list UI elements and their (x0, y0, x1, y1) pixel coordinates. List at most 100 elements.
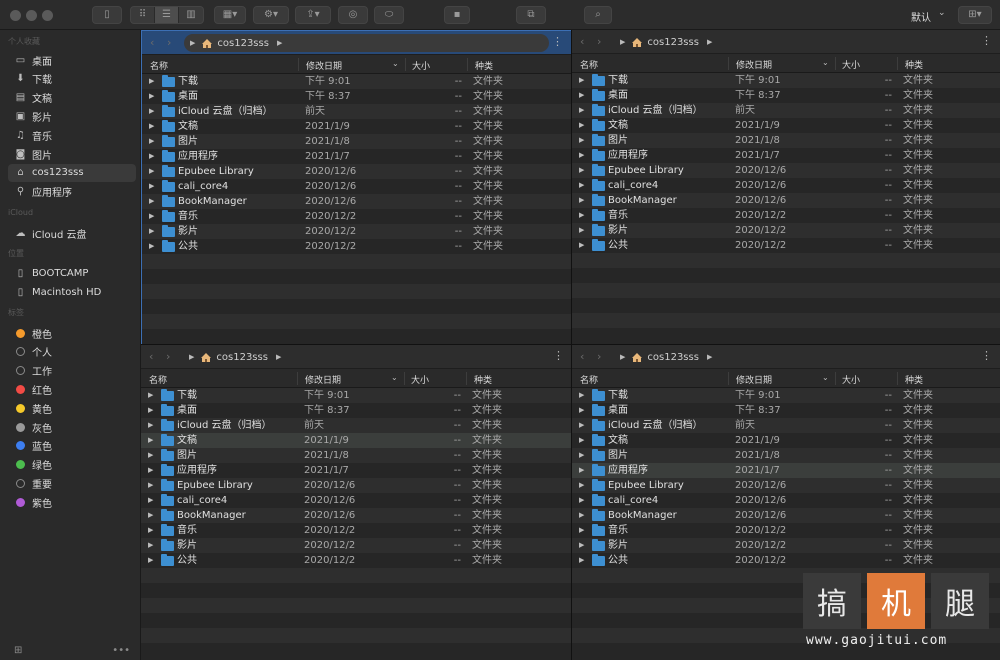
disclosure-triangle-icon[interactable]: ▶ (579, 508, 584, 523)
file-row[interactable]: ▶ 下载 下午 9:01 -- 文件夹 (141, 388, 572, 403)
disclosure-triangle-icon[interactable]: ▶ (579, 103, 584, 118)
disclosure-triangle-icon[interactable]: ▶ (579, 538, 584, 553)
disclosure-triangle-icon[interactable]: ▶ (149, 164, 154, 179)
column-name-header[interactable]: 名称 (149, 373, 167, 386)
column-separator[interactable] (405, 58, 406, 71)
disclosure-triangle-icon[interactable]: ▶ (149, 149, 154, 164)
sort-chevron-icon[interactable]: ⌄ (391, 373, 398, 382)
disclosure-triangle-icon[interactable]: ▶ (148, 433, 153, 448)
sidebar-item-locations-0[interactable]: ▯ BOOTCAMP (14, 264, 136, 282)
disclosure-triangle-icon[interactable]: ▶ (148, 523, 153, 538)
file-row[interactable]: ▶ Epubee Library 2020/12/6 -- 文件夹 (142, 164, 571, 179)
file-row[interactable]: ▶ 下载 下午 9:01 -- 文件夹 (572, 73, 1000, 88)
file-row[interactable]: ▶ 图片 2021/1/8 -- 文件夹 (572, 448, 1000, 463)
column-separator[interactable] (297, 372, 298, 385)
disclosure-triangle-icon[interactable]: ▶ (149, 89, 154, 104)
disclosure-triangle-icon[interactable]: ▶ (579, 433, 584, 448)
grid-icon[interactable]: ⊞ (14, 645, 22, 656)
file-row[interactable]: ▶ 文稿 2021/1/9 -- 文件夹 (141, 433, 572, 448)
sort-chevron-icon[interactable]: ⌄ (392, 59, 399, 68)
sort-chevron-icon[interactable]: ⌄ (822, 373, 829, 382)
column-size-header[interactable]: 大小 (842, 58, 860, 71)
file-row[interactable]: ▶ cali_core4 2020/12/6 -- 文件夹 (141, 493, 572, 508)
file-row[interactable]: ▶ Epubee Library 2020/12/6 -- 文件夹 (572, 163, 1000, 178)
file-row[interactable]: ▶ 图片 2021/1/8 -- 文件夹 (141, 448, 572, 463)
column-separator[interactable] (897, 372, 898, 385)
file-row[interactable]: ▶ 桌面 下午 8:37 -- 文件夹 (141, 403, 572, 418)
disclosure-triangle-icon[interactable]: ▶ (579, 493, 584, 508)
sidebar-item-favorites-5[interactable]: ◙ 图片 (14, 145, 136, 163)
disclosure-triangle-icon[interactable]: ▶ (149, 239, 154, 254)
sidebar-tag-1[interactable]: 个人 (14, 343, 136, 361)
sidebar-tag-9[interactable]: 紫色 (14, 493, 136, 511)
tag-button[interactable]: ⬭ (374, 6, 404, 24)
sidebar-tag-2[interactable]: 工作 (14, 362, 136, 380)
disclosure-triangle-icon[interactable]: ▶ (148, 388, 153, 403)
disclosure-triangle-icon[interactable]: ▶ (579, 448, 584, 463)
pane-top-left[interactable]: ‹ › ▶ cos123sss ▶ ⋮ 名称 修改日期 大小 种类 ⌄ ▶ 下载 下午 9:01 -- 文件夹… (141, 30, 572, 345)
sidebar-item-favorites-1[interactable]: ⬇ 下载 (14, 70, 136, 88)
disclosure-triangle-icon[interactable]: ▶ (579, 193, 584, 208)
column-view-button[interactable]: ▥ (179, 7, 203, 23)
sidebar-tag-3[interactable]: 红色 (14, 380, 136, 398)
file-row[interactable]: ▶ 影片 2020/12/2 -- 文件夹 (142, 224, 571, 239)
file-row[interactable]: ▶ 桌面 下午 8:37 -- 文件夹 (142, 89, 571, 104)
chevron-down-icon[interactable]: ⌄ (938, 8, 946, 18)
column-separator[interactable] (298, 58, 299, 71)
disclosure-triangle-icon[interactable]: ▶ (579, 148, 584, 163)
file-row[interactable]: ▶ iCloud 云盘（归档） 前天 -- 文件夹 (141, 418, 572, 433)
column-name-header[interactable]: 名称 (580, 373, 598, 386)
toggle-sidebar-button[interactable]: ▯ (92, 6, 122, 24)
disclosure-triangle-icon[interactable]: ▶ (579, 388, 584, 403)
file-row[interactable]: ▶ iCloud 云盘（归档） 前天 -- 文件夹 (572, 103, 1000, 118)
sidebar-tag-4[interactable]: 黄色 (14, 399, 136, 417)
path-folder-name[interactable]: cos123sss (647, 37, 699, 48)
sidebar-item-favorites-3[interactable]: ▣ 影片 (14, 107, 136, 125)
file-row[interactable]: ▶ iCloud 云盘（归档） 前天 -- 文件夹 (142, 104, 571, 119)
column-kind-header[interactable]: 种类 (474, 373, 492, 386)
sync-button[interactable]: ⧉ (516, 6, 546, 24)
disclosure-triangle-icon[interactable]: ▶ (579, 88, 584, 103)
path-folder-name[interactable]: cos123sss (647, 352, 699, 363)
sort-menu-label[interactable]: 默认 (911, 9, 931, 24)
file-row[interactable]: ▶ cali_core4 2020/12/6 -- 文件夹 (572, 493, 1000, 508)
disclosure-triangle-icon[interactable]: ▶ (149, 134, 154, 149)
column-separator[interactable] (897, 57, 898, 70)
disclosure-triangle-icon[interactable]: ▶ (620, 353, 625, 361)
more-options-icon[interactable]: ⋮ (981, 35, 992, 46)
disclosure-triangle-icon[interactable]: ▶ (148, 508, 153, 523)
disclosure-triangle-icon[interactable]: ▶ (579, 418, 584, 433)
sidebar-item-favorites-7[interactable]: ⚲ 应用程序 (14, 183, 136, 201)
disclosure-triangle-icon[interactable]: ▶ (149, 104, 154, 119)
path-breadcrumb[interactable]: ▶ cos123sss ▶ (183, 348, 550, 366)
file-row[interactable]: ▶ cali_core4 2020/12/6 -- 文件夹 (142, 179, 571, 194)
disclosure-triangle-icon[interactable]: ▶ (579, 553, 584, 568)
column-date-header[interactable]: 修改日期 (736, 373, 772, 386)
file-row[interactable]: ▶ BookManager 2020/12/6 -- 文件夹 (572, 508, 1000, 523)
file-row[interactable]: ▶ BookManager 2020/12/6 -- 文件夹 (141, 508, 572, 523)
disclosure-triangle-icon[interactable]: ▶ (149, 209, 154, 224)
file-row[interactable]: ▶ Epubee Library 2020/12/6 -- 文件夹 (141, 478, 572, 493)
back-arrow-icon[interactable]: ‹ (150, 36, 154, 49)
disclosure-triangle-icon[interactable]: ▶ (149, 179, 154, 194)
disclosure-triangle-icon[interactable]: ▶ (276, 353, 281, 361)
column-separator[interactable] (467, 58, 468, 71)
column-separator[interactable] (835, 372, 836, 385)
disclosure-triangle-icon[interactable]: ▶ (148, 403, 153, 418)
sidebar-item-icloud-0[interactable]: ☁ iCloud 云盘 (14, 224, 136, 242)
column-kind-header[interactable]: 种类 (475, 59, 493, 72)
back-arrow-icon[interactable]: ‹ (580, 35, 584, 48)
file-row[interactable]: ▶ 图片 2021/1/8 -- 文件夹 (142, 134, 571, 149)
file-row[interactable]: ▶ 公共 2020/12/2 -- 文件夹 (141, 553, 572, 568)
file-row[interactable]: ▶ 公共 2020/12/2 -- 文件夹 (572, 553, 1000, 568)
disclosure-triangle-icon[interactable]: ▶ (190, 39, 195, 47)
disclosure-triangle-icon[interactable]: ▶ (579, 478, 584, 493)
pane-top-right[interactable]: ‹ › ▶ cos123sss ▶ ⋮ 名称 修改日期 大小 种类 ⌄ ▶ 下载 下午 9:01 -- 文件夹… (572, 30, 1000, 345)
more-options-icon[interactable]: ⋮ (552, 36, 563, 47)
terminal-button[interactable]: ▪ (444, 6, 470, 24)
file-row[interactable]: ▶ Epubee Library 2020/12/6 -- 文件夹 (572, 478, 1000, 493)
column-separator[interactable] (466, 372, 467, 385)
disclosure-triangle-icon[interactable]: ▶ (620, 38, 625, 46)
pane-divider-vertical[interactable] (571, 30, 572, 660)
disclosure-triangle-icon[interactable]: ▶ (579, 463, 584, 478)
